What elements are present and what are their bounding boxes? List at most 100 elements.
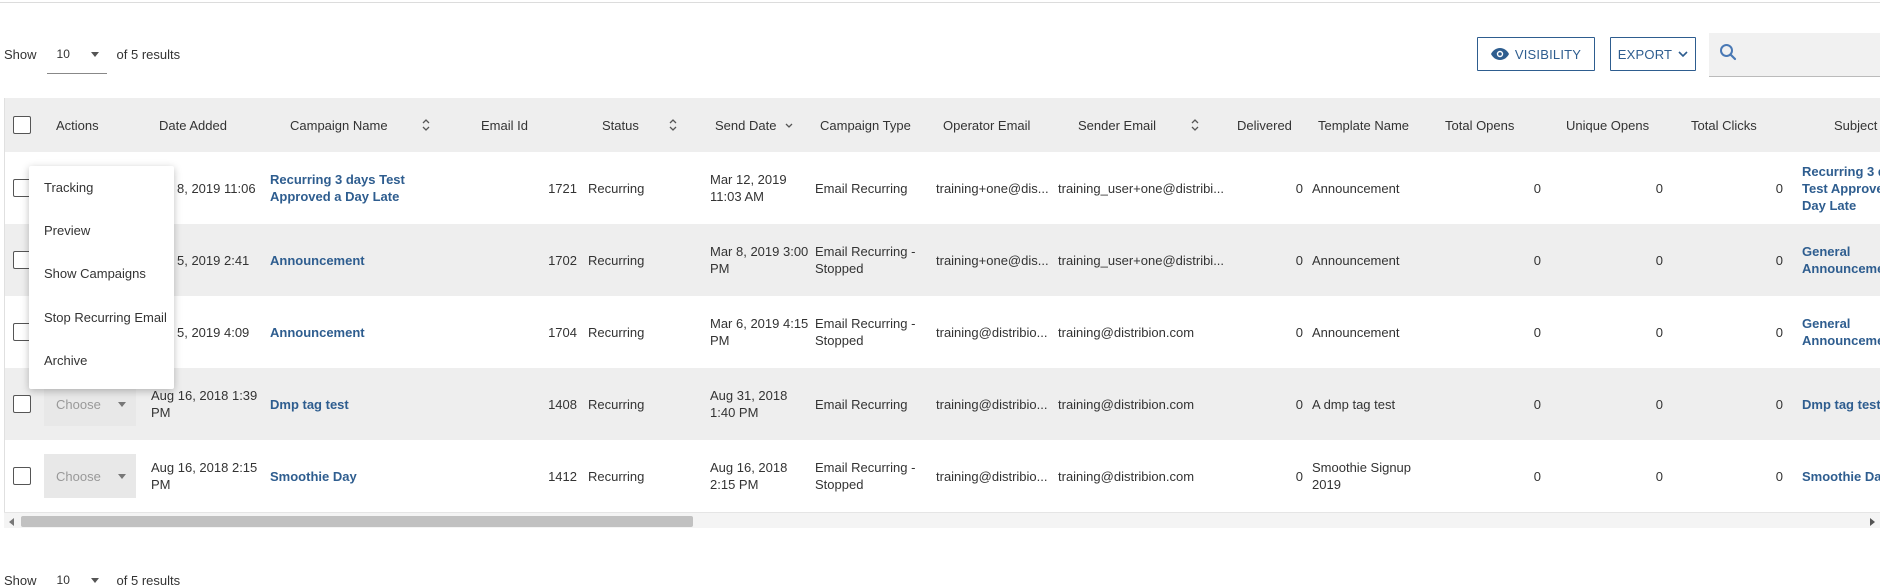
cell-sender-email: training@distribion.com bbox=[1058, 324, 1195, 340]
cell-total-clicks: 0 bbox=[1775, 324, 1783, 340]
scrollbar-thumb[interactable] bbox=[21, 516, 693, 527]
menu-item-archive[interactable]: Archive bbox=[44, 349, 87, 371]
page-size-select[interactable]: 10 bbox=[46, 34, 107, 74]
horizontal-scrollbar[interactable] bbox=[4, 512, 1880, 528]
row-checkbox[interactable] bbox=[13, 467, 31, 485]
search-icon bbox=[1720, 44, 1737, 61]
cell-total-clicks: 0 bbox=[1775, 252, 1783, 268]
menu-item-stop-recurring-email[interactable]: Stop Recurring Email bbox=[44, 306, 167, 328]
cell-subject[interactable]: Recurring 3 days Test Approved a Day Lat… bbox=[1802, 152, 1880, 224]
sort-desc-icon[interactable] bbox=[785, 120, 793, 134]
actions-select[interactable]: Choose bbox=[44, 454, 136, 498]
search-input[interactable] bbox=[1709, 33, 1880, 77]
sort-icon[interactable] bbox=[1191, 118, 1199, 132]
cell-subject[interactable]: General Announcement bbox=[1802, 296, 1880, 368]
page-size-select[interactable]: 10 bbox=[47, 560, 107, 586]
cell-sender-email: training@distribion.com bbox=[1058, 396, 1195, 412]
cell-send-date: Mar 8, 2019 3:00 PM bbox=[710, 244, 809, 276]
cell-total-opens: 0 bbox=[1533, 468, 1541, 484]
scroll-left-arrow-icon[interactable] bbox=[9, 518, 14, 526]
sort-icon[interactable] bbox=[669, 118, 677, 132]
header-email-id[interactable]: Email Id bbox=[481, 98, 528, 152]
visibility-button[interactable]: VISIBILITY bbox=[1477, 37, 1595, 71]
header-total-opens[interactable]: Total Opens bbox=[1445, 98, 1514, 152]
cell-subject[interactable]: General Announcement bbox=[1802, 224, 1880, 296]
menu-item-preview[interactable]: Preview bbox=[44, 219, 90, 241]
sort-icon[interactable] bbox=[422, 118, 430, 132]
top-divider bbox=[0, 0, 1880, 3]
header-status[interactable]: Status bbox=[602, 98, 639, 152]
cell-total-clicks: 0 bbox=[1775, 468, 1783, 484]
header-date-added[interactable]: Date Added bbox=[159, 98, 227, 152]
cell-status: Recurring bbox=[588, 396, 645, 412]
header-campaign-type[interactable]: Campaign Type bbox=[820, 98, 911, 152]
cell-send-date: Mar 6, 2019 4:15 PM bbox=[710, 316, 809, 348]
cell-status: Recurring bbox=[588, 324, 645, 340]
header-template-name[interactable]: Template Name bbox=[1318, 98, 1409, 152]
export-button[interactable]: EXPORT bbox=[1610, 37, 1696, 71]
caret-down-icon bbox=[90, 577, 99, 583]
cell-campaign-type: Email Recurring - Stopped bbox=[815, 244, 916, 276]
cell-campaign-name[interactable]: Announcement bbox=[270, 224, 460, 296]
scroll-right-arrow-icon[interactable] bbox=[1870, 518, 1875, 526]
table-row: ChooseMar 5, 2019 4:09Announcement1704Re… bbox=[5, 296, 1880, 368]
export-label: EXPORT bbox=[1617, 46, 1673, 62]
eye-icon bbox=[1490, 48, 1509, 60]
cell-unique-opens: 0 bbox=[1655, 180, 1663, 196]
cell-template-name: Announcement bbox=[1312, 180, 1400, 196]
header-total-clicks[interactable]: Total Clicks bbox=[1691, 98, 1757, 152]
row-checkbox[interactable] bbox=[13, 395, 31, 413]
pagination-top: Show 10 of 5 results bbox=[4, 34, 180, 74]
cell-sender-email: training@distribion.com bbox=[1058, 468, 1195, 484]
cell-delivered: 0 bbox=[1295, 324, 1303, 340]
cell-operator-email: training+one@dis... bbox=[936, 180, 1048, 196]
cell-subject[interactable]: Smoothie Day bbox=[1802, 440, 1880, 512]
table-header: Actions Date Added Campaign Name Email I… bbox=[5, 98, 1880, 152]
table-row: Choose Aug 16, 2018 2:15 PM Smoothie Day 14… bbox=[5, 440, 1880, 512]
actions-select-value: Choose bbox=[56, 396, 101, 412]
header-campaign-name[interactable]: Campaign Name bbox=[290, 98, 388, 152]
cell-campaign-name[interactable]: Announcement bbox=[270, 296, 460, 368]
chevron-down-icon bbox=[1678, 50, 1688, 57]
cell-template-name: Announcement bbox=[1312, 324, 1400, 340]
cell-send-date: Aug 16, 2018 2:15 PM bbox=[710, 460, 788, 492]
caret-down-icon bbox=[90, 51, 99, 57]
cell-unique-opens: 0 bbox=[1655, 396, 1663, 412]
cell-campaign-name[interactable]: Smoothie Day bbox=[270, 440, 460, 512]
cell-total-clicks: 0 bbox=[1775, 396, 1783, 412]
cell-status: Recurring bbox=[588, 468, 645, 484]
header-send-date[interactable]: Send Date bbox=[715, 98, 776, 152]
cell-unique-opens: 0 bbox=[1655, 252, 1663, 268]
cell-campaign-name[interactable]: Recurring 3 days Test Approved a Day Lat… bbox=[270, 152, 460, 224]
cell-subject[interactable]: Dmp tag test bbox=[1802, 368, 1880, 440]
select-all-checkbox[interactable] bbox=[13, 116, 31, 134]
header-unique-opens[interactable]: Unique Opens bbox=[1566, 98, 1649, 152]
cell-email-id: 1704 bbox=[548, 324, 577, 340]
cell-total-opens: 0 bbox=[1533, 252, 1541, 268]
menu-item-show-campaigns[interactable]: Show Campaigns bbox=[44, 262, 146, 284]
page-size-value: 10 bbox=[56, 46, 70, 61]
pagination-bottom: Show 10 of 5 results bbox=[4, 562, 180, 586]
cell-delivered: 0 bbox=[1295, 468, 1303, 484]
header-subject[interactable]: Subject bbox=[1834, 98, 1877, 152]
header-sender-email[interactable]: Sender Email bbox=[1078, 98, 1156, 152]
cell-total-opens: 0 bbox=[1533, 396, 1541, 412]
table-row: ChooseMar 8, 2019 11:06Recurring 3 days … bbox=[5, 152, 1880, 224]
cell-operator-email: training@distribio... bbox=[936, 468, 1048, 484]
cell-total-opens: 0 bbox=[1533, 180, 1541, 196]
cell-campaign-name[interactable]: Dmp tag test bbox=[270, 368, 460, 440]
cell-status: Recurring bbox=[588, 180, 645, 196]
campaigns-table: Actions Date Added Campaign Name Email I… bbox=[4, 98, 1880, 528]
cell-email-id: 1721 bbox=[548, 180, 577, 196]
table-row: ChooseMar 5, 2019 2:41Announcement1702Re… bbox=[5, 224, 1880, 296]
header-operator-email[interactable]: Operator Email bbox=[943, 98, 1030, 152]
header-delivered[interactable]: Delivered bbox=[1237, 98, 1292, 152]
cell-email-id: 1702 bbox=[548, 252, 577, 268]
cell-delivered: 0 bbox=[1295, 396, 1303, 412]
actions-select-value: Choose bbox=[56, 468, 101, 484]
cell-operator-email: training@distribio... bbox=[936, 396, 1048, 412]
menu-item-tracking[interactable]: Tracking bbox=[44, 176, 93, 198]
page-size-value: 10 bbox=[56, 572, 70, 586]
caret-down-icon bbox=[118, 474, 126, 479]
cell-email-id: 1412 bbox=[548, 468, 577, 484]
